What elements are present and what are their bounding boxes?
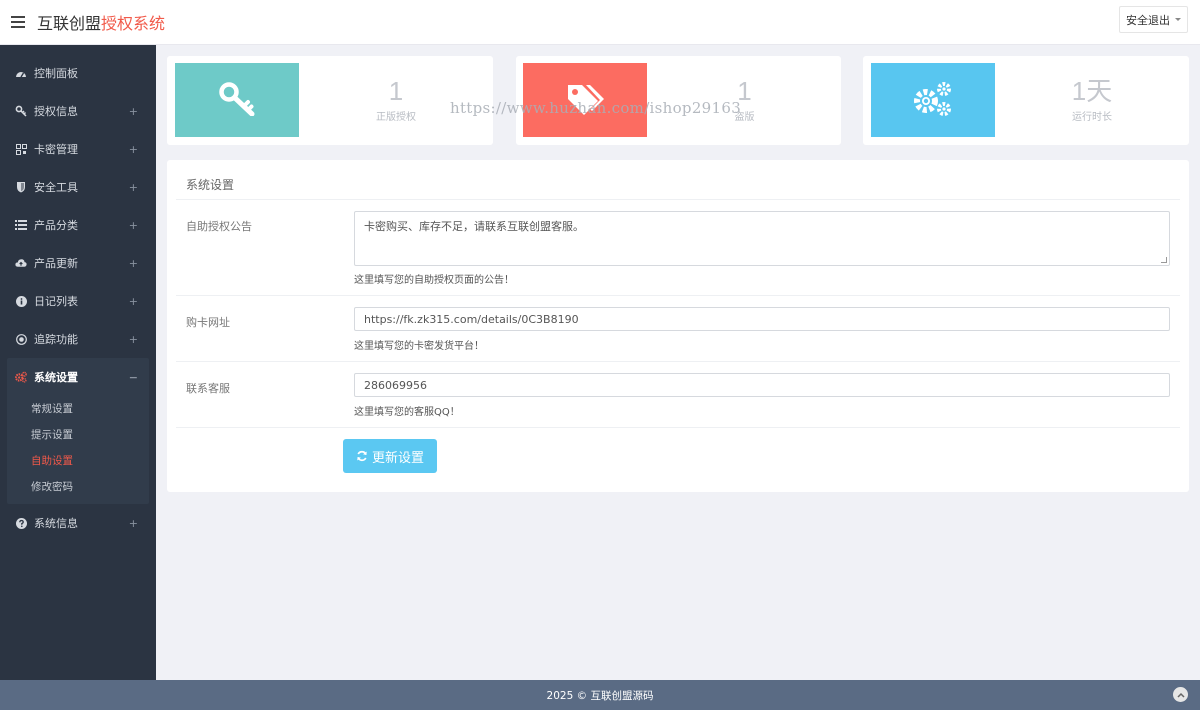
sidebar-subitem-self-service-settings[interactable]: 自助设置 — [7, 448, 149, 474]
sidebar-item-label: 产品更新 — [34, 257, 78, 270]
form-title: 系统设置 — [186, 178, 235, 192]
sidebar-item-label: 卡密管理 — [34, 143, 78, 156]
sidebar-item-system-info[interactable]: 系统信息 + — [0, 504, 156, 542]
sidebar-group-system-settings: 系统设置 − 常规设置 提示设置 自助设置 修改密码 — [7, 358, 149, 504]
footer-text: 2025 © 互联创盟源码 — [546, 689, 654, 702]
divider — [176, 361, 1180, 362]
chevron-up-icon — [1176, 689, 1185, 701]
resize-handle-icon[interactable] — [1161, 257, 1167, 263]
logout-button[interactable]: 安全退出 — [1119, 6, 1188, 33]
sidebar-item-label: 追踪功能 — [34, 333, 78, 346]
card-url-input-value: https://fk.zk315.com/details/0C3B8190 — [364, 312, 579, 326]
field-help-notice: 这里填写您的自助授权页面的公告！ — [354, 275, 514, 286]
target-icon — [15, 333, 27, 345]
sidebar-item-tracking[interactable]: 追踪功能 + — [0, 320, 156, 358]
cloud-upload-icon — [15, 257, 27, 269]
menu-toggle-icon[interactable] — [11, 16, 25, 28]
sidebar-item-product-category[interactable]: 产品分类 + — [0, 206, 156, 244]
field-help-card-url: 这里填写您的卡密发货平台！ — [354, 341, 484, 352]
sidebar-item-label: 系统设置 — [34, 371, 78, 384]
sidebar-item-label: 授权信息 — [34, 105, 78, 118]
divider — [176, 427, 1180, 428]
question-icon — [15, 517, 27, 529]
watermark-url: https://www.huzhan.com/ishop29163 — [450, 99, 742, 117]
sidebar-item-label: 系统信息 — [34, 517, 78, 530]
key-icon — [15, 105, 27, 117]
contact-qq-input-value: 286069956 — [364, 378, 427, 392]
dashboard-icon — [15, 67, 27, 79]
contact-qq-input[interactable]: 286069956 — [354, 373, 1170, 397]
stat-tile — [175, 63, 299, 137]
sidebar-item-dashboard[interactable]: 控制面板 — [0, 54, 156, 92]
field-help-contact: 这里填写您的客服QQ！ — [354, 407, 460, 418]
expand-plus-icon: + — [128, 218, 138, 232]
app-title-main: 互联创盟 — [37, 14, 102, 33]
stat-card-uptime: 1天 运行时长 — [863, 56, 1189, 145]
sidebar-item-label: 日记列表 — [34, 295, 78, 308]
expand-plus-icon: + — [128, 142, 138, 156]
stat-tile — [871, 63, 995, 137]
sidebar-subitem-change-password[interactable]: 修改密码 — [7, 474, 149, 500]
logout-label: 安全退出 — [1126, 13, 1170, 27]
shield-icon — [15, 181, 27, 193]
expand-plus-icon: + — [128, 180, 138, 194]
expand-plus-icon: + — [128, 294, 138, 308]
app-title-accent: 授权系统 — [101, 14, 166, 33]
sidebar: 控制面板 授权信息 + 卡密管理 + 安全工具 + 产品分类 + 产品更新 + — [0, 45, 156, 680]
update-settings-button[interactable]: 更新设置 — [343, 439, 437, 473]
footer: 2025 © 互联创盟源码 — [0, 680, 1200, 710]
field-label-contact: 联系客服 — [186, 382, 230, 395]
sidebar-subitem-general-settings[interactable]: 常规设置 — [7, 396, 149, 422]
sidebar-item-label: 产品分类 — [34, 219, 78, 232]
notice-textarea-value: 卡密购买、库存不足，请联系互联创盟客服。 — [364, 220, 584, 233]
caret-down-icon — [1175, 18, 1181, 21]
list-icon — [15, 219, 27, 231]
sidebar-item-security-tools[interactable]: 安全工具 + — [0, 168, 156, 206]
sidebar-subitem-notice-settings[interactable]: 提示设置 — [7, 422, 149, 448]
top-bar: 互联创盟授权系统 安全退出 — [0, 0, 1200, 45]
collapse-minus-icon: − — [128, 370, 138, 384]
settings-form-card: 系统设置 自助授权公告 卡密购买、库存不足，请联系互联创盟客服。 这里填写您的自… — [167, 160, 1189, 492]
expand-plus-icon: + — [128, 332, 138, 346]
update-settings-label: 更新设置 — [371, 450, 424, 466]
info-icon — [15, 295, 27, 307]
expand-plus-icon: + — [128, 256, 138, 270]
back-to-top-button[interactable] — [1173, 687, 1188, 702]
refresh-icon — [356, 450, 368, 462]
sidebar-item-label: 安全工具 — [34, 181, 78, 194]
sidebar-item-label: 控制面板 — [34, 67, 78, 80]
sidebar-item-log-list[interactable]: 日记列表 + — [0, 282, 156, 320]
sidebar-item-card-management[interactable]: 卡密管理 + — [0, 130, 156, 168]
key-icon — [219, 81, 255, 119]
notice-textarea[interactable]: 卡密购买、库存不足，请联系互联创盟客服。 — [354, 211, 1170, 266]
cogs-icon — [912, 80, 954, 121]
stat-card-licensed: 1 正版授权 — [167, 56, 493, 145]
divider — [176, 199, 1180, 200]
card-url-input[interactable]: https://fk.zk315.com/details/0C3B8190 — [354, 307, 1170, 331]
cogs-icon — [15, 371, 27, 383]
stat-label: 运行时长 — [1072, 112, 1112, 123]
app-title: 互联创盟授权系统 — [37, 10, 165, 34]
expand-plus-icon: + — [128, 104, 138, 118]
divider — [176, 295, 1180, 296]
sidebar-item-system-settings[interactable]: 系统设置 − — [7, 358, 149, 396]
stat-value: 1天 — [1071, 76, 1113, 106]
qrcode-icon — [15, 143, 27, 155]
expand-plus-icon: + — [128, 516, 138, 530]
field-label-card-url: 购卡网址 — [186, 316, 230, 329]
sidebar-item-license-info[interactable]: 授权信息 + — [0, 92, 156, 130]
sidebar-item-product-update[interactable]: 产品更新 + — [0, 244, 156, 282]
field-label-notice: 自助授权公告 — [186, 220, 252, 233]
